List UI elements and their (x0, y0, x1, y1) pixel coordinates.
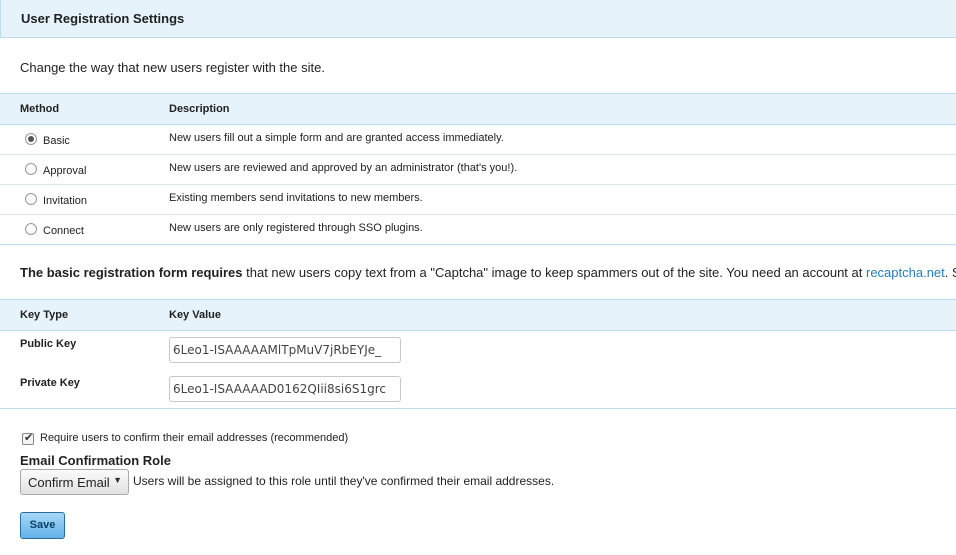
confirm-email-label: Require users to confirm their email add… (40, 432, 349, 444)
dropdown-arrow-icon: ▼ (113, 475, 122, 485)
method-label: Basic (43, 135, 70, 147)
confirmation-role-selected: Confirm Email (28, 475, 110, 490)
registration-settings-page: User Registration Settings Change the wa… (0, 0, 956, 555)
public-key-label: Public Key (20, 338, 77, 350)
save-button[interactable]: Save (20, 512, 65, 539)
connect-radio[interactable] (25, 223, 37, 235)
method-row-basic[interactable]: Basic New users fill out a simple form a… (0, 125, 956, 155)
method-row-approval[interactable]: Approval New users are reviewed and appr… (0, 155, 956, 185)
key-value-column-header: Key Value (169, 309, 221, 321)
page-title: User Registration Settings (21, 11, 185, 26)
method-description: Existing members send invitations to new… (169, 192, 423, 204)
method-label: Approval (43, 165, 87, 177)
methods-table-header: Method Description (0, 93, 956, 125)
key-type-column-header: Key Type (20, 309, 69, 321)
method-label: Connect (43, 225, 84, 237)
captcha-note: The basic registration form requires tha… (20, 265, 956, 280)
captcha-note-text: that new users copy text from a "Captcha… (242, 265, 866, 280)
method-description: New users are only registered through SS… (169, 222, 423, 234)
email-confirmation-role-title: Email Confirmation Role (20, 453, 171, 468)
method-description: New users are reviewed and approved by a… (169, 162, 518, 174)
basic-radio[interactable] (25, 133, 37, 145)
method-row-connect[interactable]: Connect New users are only registered th… (0, 215, 956, 245)
method-label: Invitation (43, 195, 88, 207)
keys-table-header: Key Type Key Value (0, 299, 956, 331)
confirm-email-checkbox[interactable] (22, 431, 34, 445)
keys-table-divider (0, 408, 956, 409)
private-key-row: Private Key (0, 370, 956, 409)
captcha-note-after: . Si (944, 265, 956, 280)
public-key-row: Public Key (0, 331, 956, 370)
public-key-input[interactable] (169, 337, 401, 363)
approval-radio[interactable] (25, 163, 37, 175)
method-row-invitation[interactable]: Invitation Existing members send invitat… (0, 185, 956, 215)
description-column-header: Description (169, 103, 230, 115)
intro-text: Change the way that new users register w… (20, 60, 325, 75)
confirmation-role-select[interactable]: Confirm Email ▼ (20, 469, 129, 495)
private-key-input[interactable] (169, 376, 401, 402)
invitation-radio[interactable] (25, 193, 37, 205)
captcha-note-bold: The basic registration form requires (20, 265, 243, 280)
private-key-label: Private Key (20, 377, 80, 389)
section-header: User Registration Settings (0, 0, 956, 38)
method-description: New users fill out a simple form and are… (169, 132, 504, 144)
method-column-header: Method (20, 103, 60, 115)
confirmation-role-description: Users will be assigned to this role unti… (133, 474, 555, 488)
recaptcha-link[interactable]: recaptcha.net (866, 265, 945, 280)
